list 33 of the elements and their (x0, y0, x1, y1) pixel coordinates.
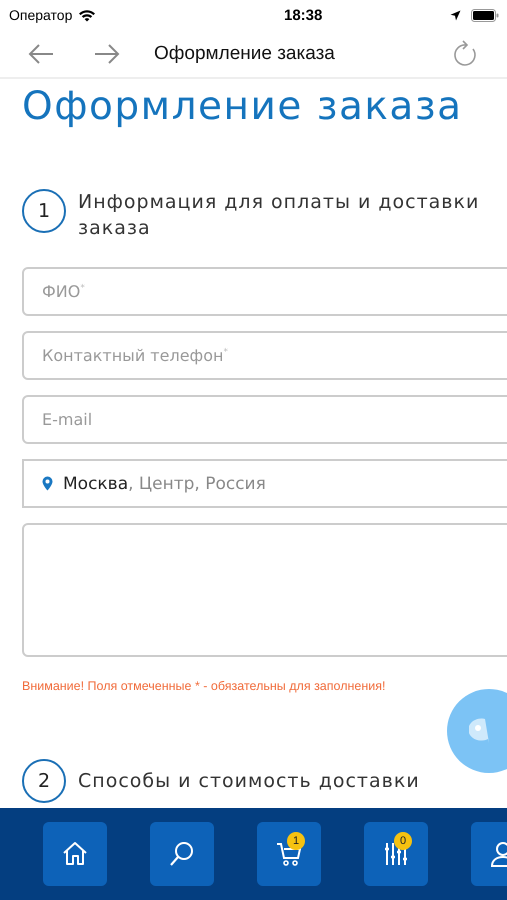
warning-text: Внимание! Поля отмеченные * - обязательны для заполнения! (22, 679, 386, 693)
step-number: 2 (22, 759, 66, 803)
location-arrow-icon (450, 10, 461, 20)
chat-button[interactable] (447, 689, 507, 773)
reload-icon[interactable] (453, 40, 479, 68)
back-arrow-icon[interactable] (28, 44, 54, 64)
region-value: , Центр, Россия (128, 474, 266, 494)
section-title: Информация для оплаты и доставки заказа (78, 190, 480, 241)
location-field[interactable]: Москва, Центр, Россия (22, 459, 507, 508)
home-icon (61, 840, 89, 868)
count-badge: 1 (287, 832, 305, 850)
page-title: Оформление заказа (154, 42, 335, 64)
search-tab[interactable] (150, 822, 214, 886)
battery-icon (470, 8, 499, 22)
heading: Оформление заказа (22, 83, 464, 131)
wifi-icon (78, 8, 96, 22)
forward-arrow-icon[interactable] (94, 44, 120, 64)
home-tab[interactable] (43, 822, 107, 886)
status-time: 18:38 (282, 6, 322, 24)
cart-tab[interactable]: 1 (257, 822, 321, 886)
step-number: 1 (22, 189, 66, 233)
filter-tab[interactable]: 0 (364, 822, 428, 886)
placeholder: ФИО$^{*}$ (42, 282, 85, 301)
city-value: Москва (63, 474, 128, 494)
map-pin-icon (42, 476, 53, 491)
carrier-name: Оператор (9, 7, 72, 23)
placeholder: E-mail (42, 410, 92, 429)
count-badge: 0 (394, 832, 412, 850)
search-icon (168, 840, 196, 868)
chat-bubble-icon (469, 718, 489, 744)
placeholder: Контактный телефон$^{*}$ (42, 346, 228, 365)
comment-field[interactable] (22, 523, 507, 657)
section-title: Способы и стоимость доставки (78, 769, 420, 794)
